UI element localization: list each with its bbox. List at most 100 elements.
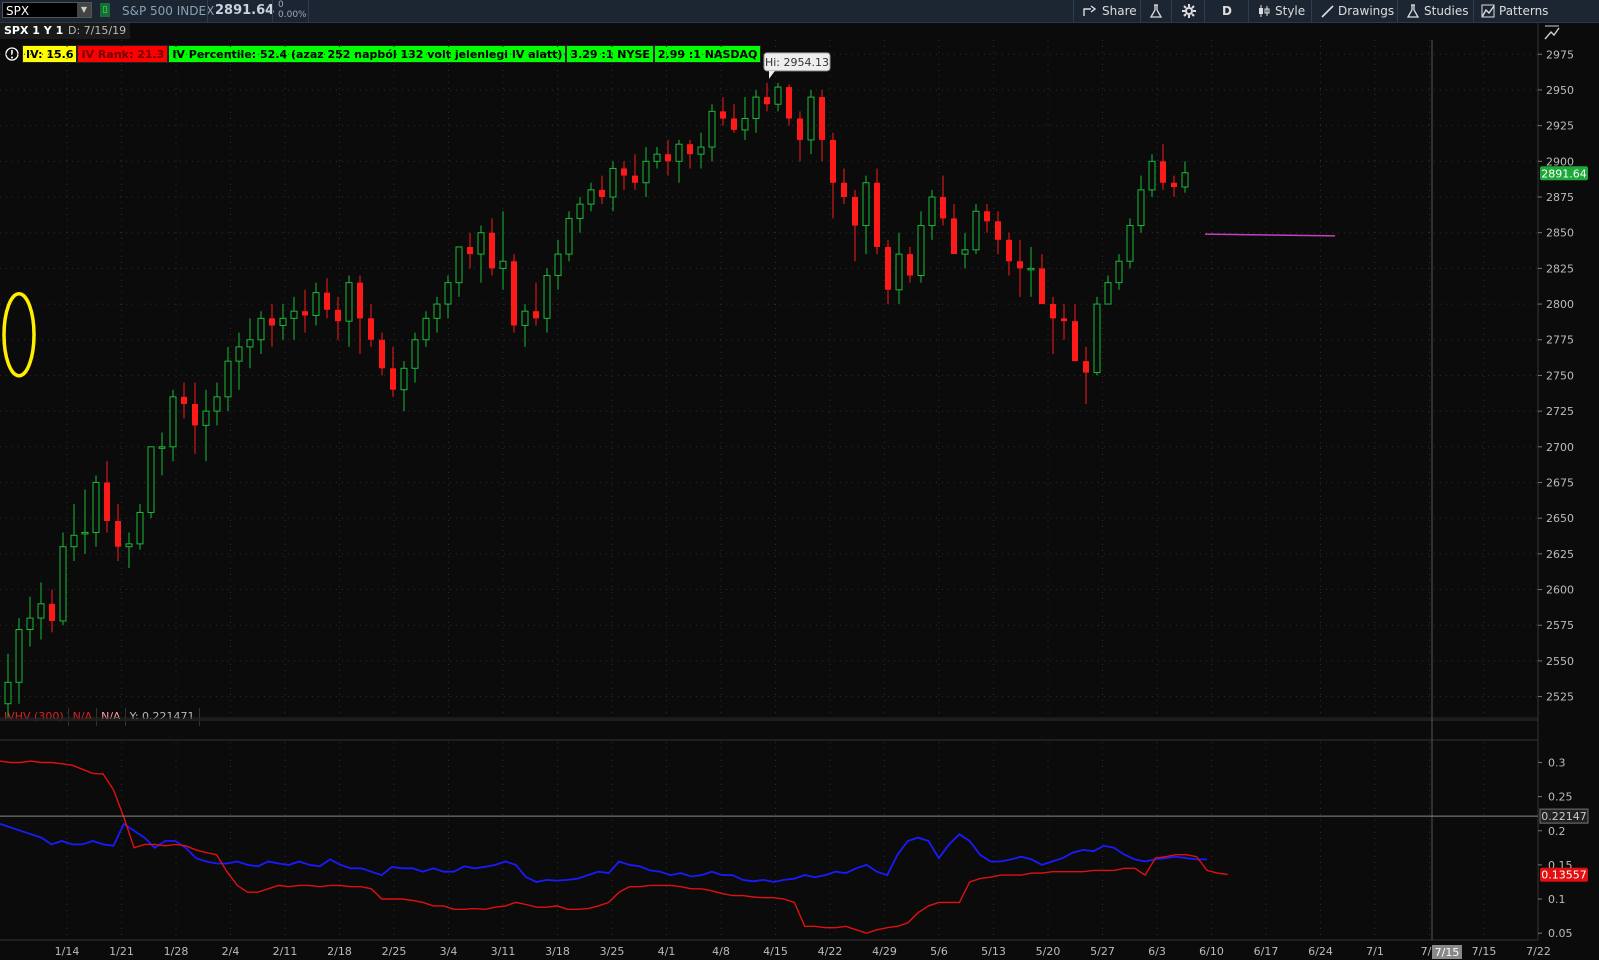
candle-body [147,446,155,513]
share-button[interactable]: Share [1082,2,1137,20]
y-tick-label: 2700 [1546,441,1574,454]
gear-icon [1182,4,1196,18]
candle-body [181,396,187,404]
candle-body [279,317,287,326]
x-tick-label: 1/21 [109,945,134,958]
share-label: Share [1102,4,1137,18]
patterns-icon [1481,4,1495,18]
y-tick-label: 2625 [1546,548,1574,561]
date-cursor-label: 7/15 [1435,946,1460,959]
projection-line [1204,233,1336,237]
y-tick-label: 2825 [1546,262,1574,275]
divider [1204,0,1205,22]
candle-body [213,396,221,412]
symbol-value: SPX [6,4,30,18]
iv-label: IV: 15.6 [22,45,78,63]
patterns-button[interactable]: Patterns [1481,2,1548,20]
candle-body [1181,172,1189,188]
candle-body [467,246,473,255]
iv-value: N/A [97,708,126,726]
divider [1073,0,1074,22]
x-tick-label: 4/22 [818,945,843,958]
divider [1140,0,1141,22]
x-tick-label: 5/13 [981,945,1006,958]
last-price-box [1540,166,1588,181]
y-tick-label: 2675 [1546,476,1574,489]
candle-body [961,249,969,255]
candle-body [1017,261,1023,269]
flask-button[interactable] [1149,2,1163,20]
y-tick-label: 2750 [1546,369,1574,382]
x-tick-label: 7/22 [1526,945,1551,958]
candle-body [158,446,166,449]
y-tick-label: 2975 [1546,48,1574,61]
candle-body [852,197,858,226]
candle-body [290,310,298,319]
divider [1248,0,1249,22]
candle-body [1027,267,1035,271]
candle-body [621,168,627,176]
x-tick-label: 3/11 [491,945,516,958]
chevron-down-icon[interactable]: ▼ [77,3,91,17]
settings-button[interactable] [1181,2,1197,20]
x-tick-label: 1/28 [164,945,189,958]
x-tick-label: 3/18 [545,945,570,958]
candle-body [565,217,573,255]
candle-body [4,681,12,705]
candle-body [92,481,100,533]
candle-body [345,282,353,322]
y-tick-label: 0.3 [1548,756,1566,769]
candle-body [741,118,749,131]
candle-body [708,110,716,148]
hv-last-label: 0.13557 [1541,869,1587,882]
iv-rank-label: IV Rank: 21.3 [77,45,169,63]
candle-body [797,118,803,140]
candle-body [235,346,243,362]
style-button[interactable]: Style [1257,2,1305,20]
candle-body [1072,321,1078,362]
ivhv-study-label[interactable]: IVHV (300) [0,708,69,726]
candle-body [533,311,539,319]
lower-pane-header: IVHV (300) N/A N/A Y: 0.221471 [0,708,200,726]
candle-body [1093,303,1101,374]
drawings-button[interactable]: Drawings [1320,2,1394,20]
candle-body [444,282,452,305]
candle-body [1160,161,1166,183]
series-line-iv [0,822,1207,883]
alert-icon[interactable] [2,45,22,63]
candle-body [752,96,760,120]
price-change-pct: 0.00% [278,10,307,20]
link-icon[interactable]: ▯ [100,3,110,17]
candle-body [455,246,463,284]
x-tick-label: 2/18 [327,945,352,958]
candle-body [731,118,737,130]
x-tick-label: 7/8 [1421,945,1439,958]
candle-body [49,603,55,621]
candle-body [786,87,792,119]
candle-body [1171,182,1177,188]
y-tick-label: 2600 [1546,584,1574,597]
candle-body [599,189,605,198]
y-tick-label: 0.1 [1548,893,1566,906]
x-tick-label: 6/24 [1308,945,1333,958]
candle-body [15,629,23,683]
pencil-icon [1321,5,1334,18]
ivhv-lines [0,760,1228,934]
y-tick-label: 2950 [1546,84,1574,97]
cursor-value-label: 0.22147 [1541,810,1587,823]
x-tick-label: 6/17 [1254,945,1279,958]
candle-body [1137,189,1145,227]
flask-icon [1406,4,1420,18]
candle-body [675,143,683,162]
candle-body [720,111,726,119]
candle-body [136,511,144,545]
y-tick-label: 2775 [1546,334,1574,347]
trend-icon[interactable] [1543,24,1561,45]
period-button[interactable]: D [1222,2,1232,20]
studies-button[interactable]: Studies [1406,2,1469,20]
candle-body [1115,260,1123,284]
candles [4,82,1189,718]
cursor-y-value: Y: 0.221471 [126,708,200,726]
candle-body [764,97,770,105]
symbol-input[interactable]: SPX ▼ [2,2,92,18]
